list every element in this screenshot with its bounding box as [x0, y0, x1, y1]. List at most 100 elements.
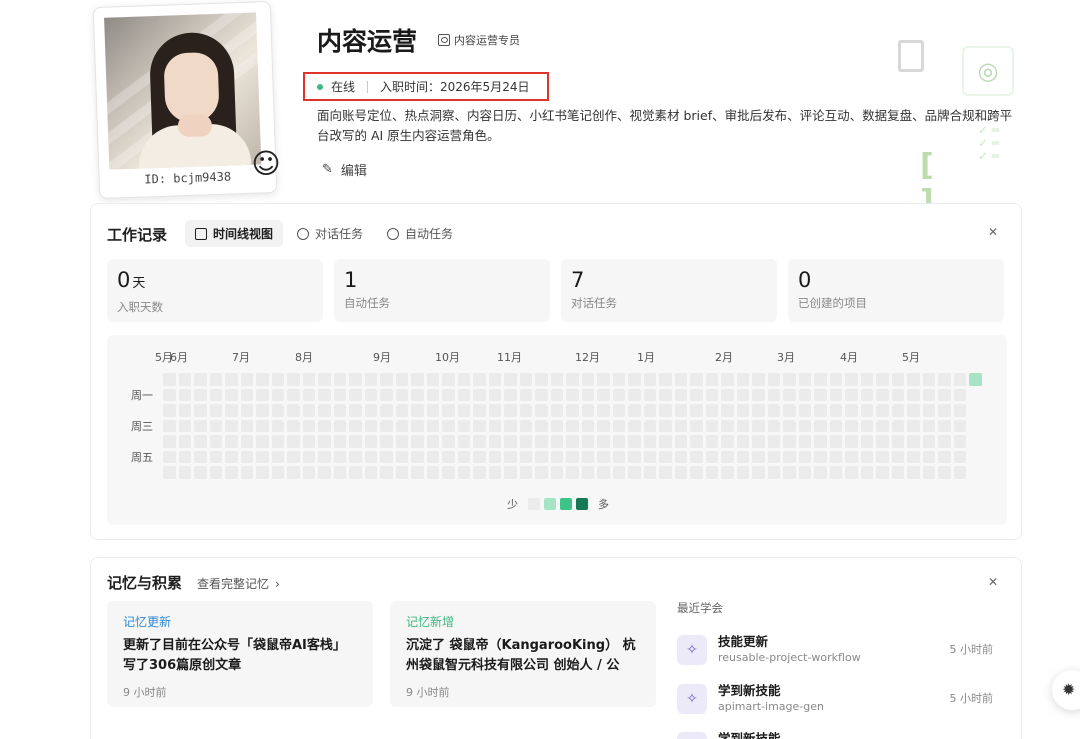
heatmap-cell[interactable]: [814, 419, 827, 432]
heatmap-cell[interactable]: [628, 450, 641, 463]
heatmap-cell[interactable]: [752, 404, 765, 417]
heatmap-cell[interactable]: [504, 450, 517, 463]
heatmap-cell[interactable]: [891, 419, 904, 432]
heatmap-cell[interactable]: [953, 466, 966, 479]
heatmap-cell[interactable]: [705, 373, 718, 386]
heatmap-cell[interactable]: [287, 435, 300, 448]
heatmap-cell[interactable]: [597, 404, 610, 417]
heatmap-cell[interactable]: [798, 419, 811, 432]
heatmap-cell[interactable]: [674, 419, 687, 432]
heatmap-cell[interactable]: [705, 388, 718, 401]
heatmap-cell[interactable]: [674, 450, 687, 463]
heatmap-cell[interactable]: [349, 419, 362, 432]
heatmap-cell[interactable]: [767, 450, 780, 463]
heatmap-cell[interactable]: [426, 373, 439, 386]
heatmap-cell[interactable]: [705, 419, 718, 432]
learned-item[interactable]: ✧ 学到新技能: [677, 728, 1007, 739]
heatmap-cell[interactable]: [457, 435, 470, 448]
heatmap-cell[interactable]: [953, 435, 966, 448]
heatmap-cell[interactable]: [597, 419, 610, 432]
heatmap-cell[interactable]: [209, 450, 222, 463]
heatmap-cell[interactable]: [597, 466, 610, 479]
heatmap-cell[interactable]: [798, 404, 811, 417]
heatmap-cell[interactable]: [504, 419, 517, 432]
heatmap-cell[interactable]: [891, 450, 904, 463]
heatmap-cell[interactable]: [953, 373, 966, 386]
heatmap-cell[interactable]: [457, 419, 470, 432]
heatmap-cell[interactable]: [767, 466, 780, 479]
heatmap-cell[interactable]: [333, 373, 346, 386]
heatmap-cell[interactable]: [395, 419, 408, 432]
heatmap-cell[interactable]: [380, 435, 393, 448]
heatmap-cell[interactable]: [411, 404, 424, 417]
heatmap-cell[interactable]: [612, 435, 625, 448]
heatmap-cell[interactable]: [178, 404, 191, 417]
heatmap-cell[interactable]: [798, 466, 811, 479]
heatmap-cell[interactable]: [674, 373, 687, 386]
heatmap-cell[interactable]: [380, 373, 393, 386]
heatmap-cell[interactable]: [612, 373, 625, 386]
heatmap-cell[interactable]: [194, 404, 207, 417]
heatmap-cell[interactable]: [922, 450, 935, 463]
heatmap-cell[interactable]: [287, 388, 300, 401]
heatmap-cell[interactable]: [876, 373, 889, 386]
collapse-icon[interactable]: ✕: [985, 574, 1001, 590]
heatmap-cell[interactable]: [845, 419, 858, 432]
heatmap-cell[interactable]: [814, 404, 827, 417]
bug-report-icon[interactable]: ✹: [1052, 670, 1080, 710]
heatmap-cell[interactable]: [488, 466, 501, 479]
heatmap-cell[interactable]: [395, 404, 408, 417]
heatmap-cell[interactable]: [550, 435, 563, 448]
heatmap-cell[interactable]: [302, 466, 315, 479]
heatmap-cell[interactable]: [287, 373, 300, 386]
heatmap-cell[interactable]: [225, 450, 238, 463]
heatmap-cell[interactable]: [473, 373, 486, 386]
heatmap-cell[interactable]: [519, 419, 532, 432]
heatmap-cell[interactable]: [318, 450, 331, 463]
heatmap-cell[interactable]: [752, 466, 765, 479]
heatmap-cell[interactable]: [767, 388, 780, 401]
heatmap-cell[interactable]: [364, 419, 377, 432]
heatmap-cell[interactable]: [163, 419, 176, 432]
heatmap-cell[interactable]: [240, 388, 253, 401]
heatmap-cell[interactable]: [938, 373, 951, 386]
heatmap-cell[interactable]: [969, 373, 982, 386]
heatmap-cell[interactable]: [829, 404, 842, 417]
heatmap-cell[interactable]: [783, 373, 796, 386]
heatmap-cell[interactable]: [349, 466, 362, 479]
heatmap-cell[interactable]: [194, 466, 207, 479]
heatmap-cell[interactable]: [240, 419, 253, 432]
heatmap-cell[interactable]: [643, 373, 656, 386]
heatmap-cell[interactable]: [876, 419, 889, 432]
view-all-memory-link[interactable]: 查看完整记忆 ›: [197, 575, 280, 592]
heatmap-cell[interactable]: [752, 373, 765, 386]
heatmap-cell[interactable]: [705, 404, 718, 417]
heatmap-cell[interactable]: [364, 404, 377, 417]
heatmap-cell[interactable]: [318, 435, 331, 448]
heatmap-cell[interactable]: [566, 388, 579, 401]
heatmap-cell[interactable]: [504, 466, 517, 479]
heatmap-cell[interactable]: [271, 435, 284, 448]
heatmap-cell[interactable]: [178, 373, 191, 386]
heatmap-cell[interactable]: [566, 373, 579, 386]
heatmap-cell[interactable]: [845, 404, 858, 417]
heatmap-cell[interactable]: [736, 404, 749, 417]
heatmap-cell[interactable]: [938, 404, 951, 417]
heatmap-cell[interactable]: [829, 435, 842, 448]
heatmap-cell[interactable]: [566, 419, 579, 432]
heatmap-cell[interactable]: [659, 388, 672, 401]
heatmap-cell[interactable]: [488, 419, 501, 432]
heatmap-cell[interactable]: [938, 450, 951, 463]
heatmap-cell[interactable]: [597, 450, 610, 463]
heatmap-cell[interactable]: [380, 419, 393, 432]
heatmap-cell[interactable]: [798, 450, 811, 463]
heatmap-cell[interactable]: [845, 435, 858, 448]
edit-button[interactable]: ✎ 编辑: [322, 160, 367, 179]
heatmap-cell[interactable]: [798, 388, 811, 401]
heatmap-cell[interactable]: [643, 404, 656, 417]
heatmap-cell[interactable]: [566, 466, 579, 479]
heatmap-cell[interactable]: [907, 373, 920, 386]
heatmap-cell[interactable]: [364, 388, 377, 401]
heatmap-cell[interactable]: [860, 373, 873, 386]
heatmap-cell[interactable]: [845, 450, 858, 463]
